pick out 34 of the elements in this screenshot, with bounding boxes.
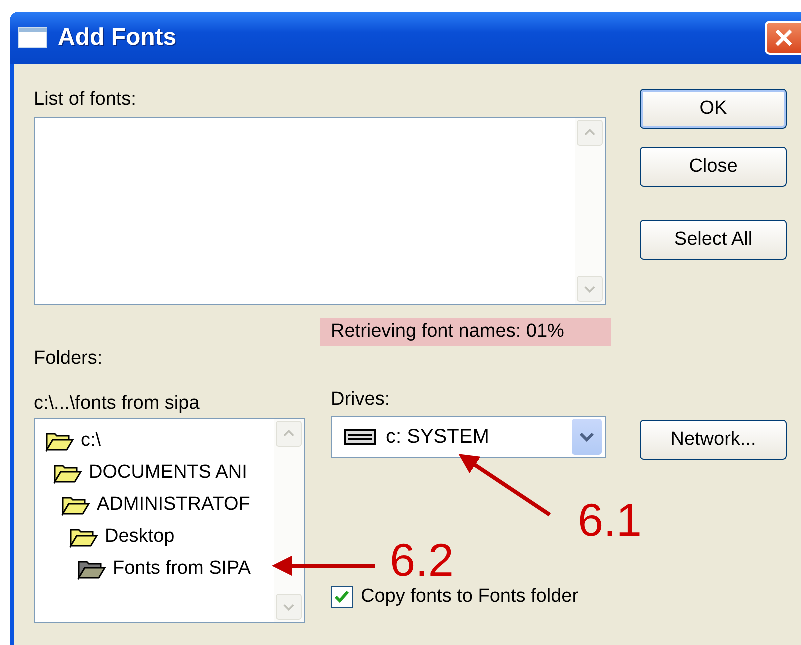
network-button[interactable]: Network... xyxy=(640,420,787,460)
folders-label: Folders: xyxy=(34,348,104,370)
drives-dropdown[interactable]: c: SYSTEM xyxy=(331,416,606,458)
font-list[interactable] xyxy=(34,117,606,305)
folder-path: c:\...\fonts from sipa xyxy=(34,393,201,415)
scroll-down-icon[interactable] xyxy=(577,276,603,302)
close-button[interactable] xyxy=(765,21,801,55)
close-icon[interactable] xyxy=(773,27,795,49)
dialog-button[interactable]: Close xyxy=(640,147,787,187)
scroll-up-icon[interactable] xyxy=(577,120,603,146)
checkmark-icon xyxy=(334,589,350,605)
folder-item[interactable]: DOCUMENTS ANI xyxy=(53,457,274,489)
drive-icon xyxy=(344,429,376,445)
checkbox-label: Copy fonts to Fonts folder xyxy=(361,586,579,608)
scrollbar[interactable] xyxy=(575,118,605,304)
folder-item[interactable]: ADMINISTRATOF xyxy=(61,489,274,521)
folder-item[interactable]: c:\ xyxy=(45,425,274,457)
dialog-button[interactable]: Select All xyxy=(640,220,787,260)
scroll-up-icon[interactable] xyxy=(276,421,302,447)
folder-tree[interactable]: c:\ DOCUMENTS ANI ADMINISTRATOF Desktop Fonts from SIPA xyxy=(34,418,305,623)
drives-label: Drives: xyxy=(331,389,392,411)
annotation-label: 6.1 xyxy=(578,497,642,543)
status-text: Retrieving font names: 01% xyxy=(320,318,611,346)
window-icon xyxy=(18,27,48,49)
dropdown-icon[interactable] xyxy=(572,419,602,455)
list-label: List of fonts: xyxy=(34,89,138,111)
scroll-down-icon[interactable] xyxy=(276,594,302,620)
scrollbar[interactable] xyxy=(274,419,304,622)
folder-item[interactable]: Fonts from SIPA xyxy=(77,553,274,585)
annotation-label: 6.2 xyxy=(390,537,454,583)
folder-item[interactable]: Desktop xyxy=(69,521,274,553)
dialog-button[interactable]: OK xyxy=(640,89,787,129)
checkbox[interactable] xyxy=(331,586,353,608)
window-title: Add Fonts xyxy=(58,24,178,52)
